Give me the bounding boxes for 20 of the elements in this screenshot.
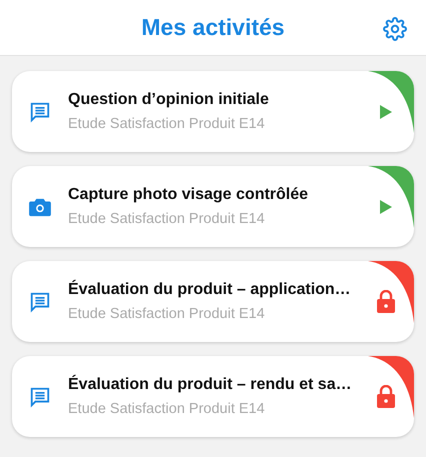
chat-icon [29,290,51,312]
chat-icon [29,386,51,408]
settings-button[interactable] [382,16,408,42]
activity-title: Évaluation du produit – application… [68,281,352,299]
activity-card[interactable]: Capture photo visage contrôlée Etude Satisfaction Produit E14 [12,166,414,247]
activity-subtitle: Etude Satisfaction Produit E14 [68,211,266,227]
play-icon[interactable] [380,200,392,214]
camera-icon [29,196,51,216]
page-title: Mes activités [141,14,285,41]
chat-icon [29,100,51,122]
activity-card[interactable]: Question d’opinion initiale Etude Satisfaction Produit E14 [12,71,414,152]
activity-subtitle: Etude Satisfaction Produit E14 [68,401,266,417]
activity-title: Évaluation du produit – rendu et sa… [68,376,353,394]
play-icon[interactable] [380,104,392,118]
activity-title: Capture photo visage contrôlée [68,186,310,204]
activity-subtitle: Etude Satisfaction Produit E14 [68,116,266,132]
activity-card[interactable]: Évaluation du produit – rendu et sa… Etude Satisfaction Produit E14 [12,356,414,437]
activity-subtitle: Etude Satisfaction Produit E14 [68,306,266,322]
activity-card[interactable]: Évaluation du produit – application… Etude Satisfaction Produit E14 [12,261,414,342]
activity-title: Question d’opinion initiale [68,91,270,109]
